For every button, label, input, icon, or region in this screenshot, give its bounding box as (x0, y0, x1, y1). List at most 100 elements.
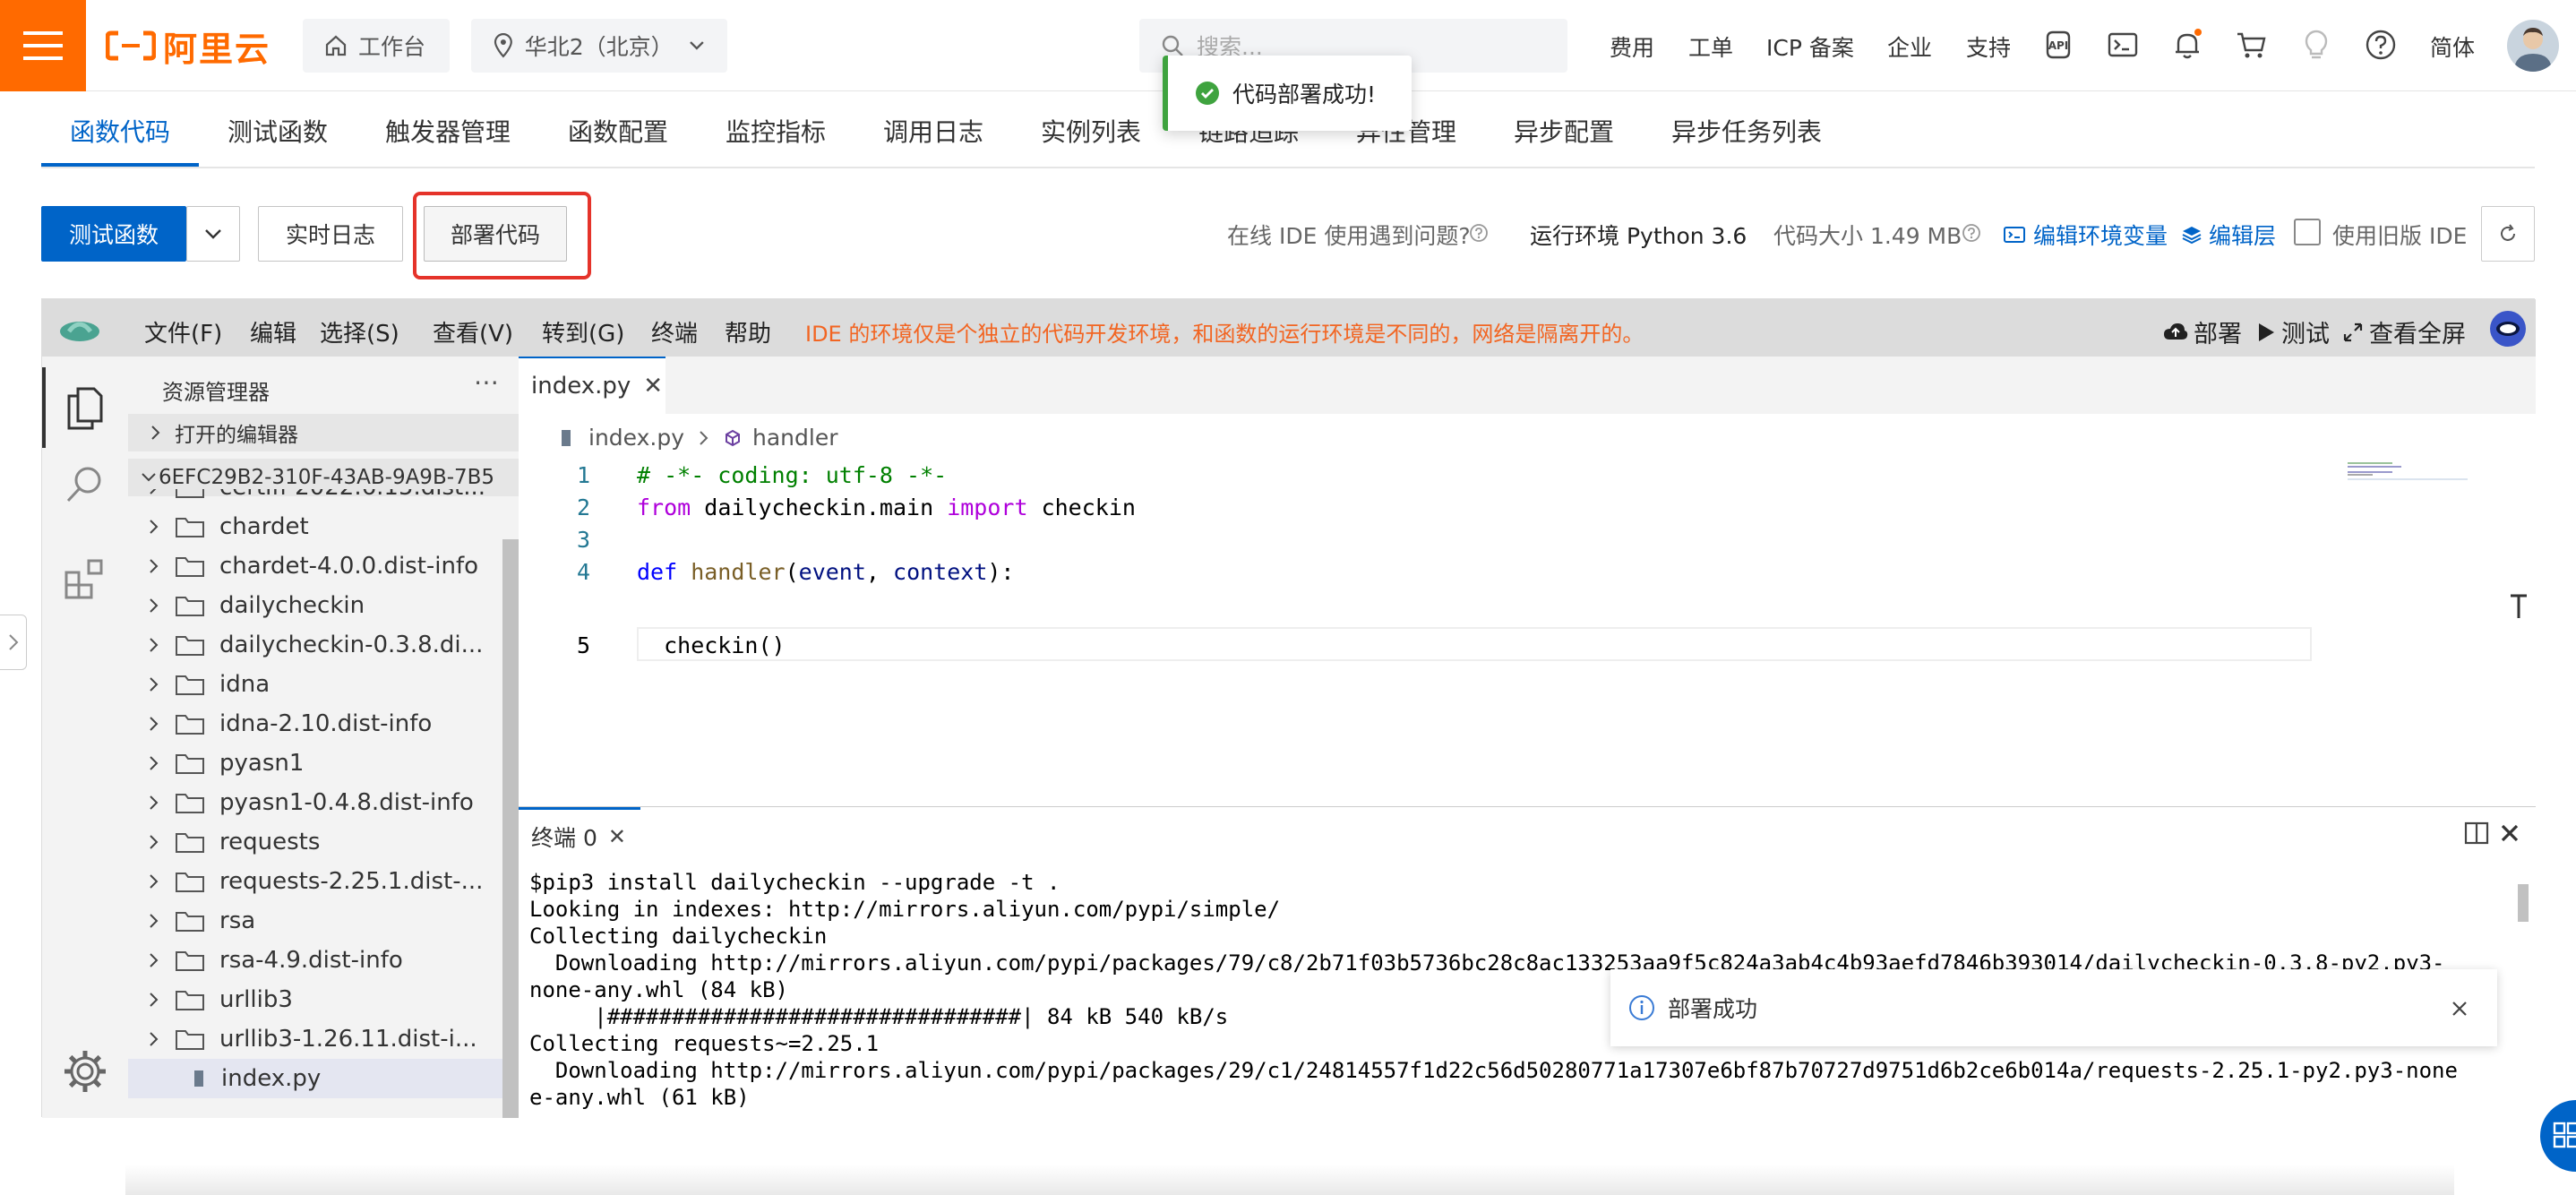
tree-folder-item[interactable]: requests (128, 822, 502, 862)
tab-async-task-list[interactable]: 异步任务列表 (1671, 113, 1822, 149)
tree-folder-item[interactable]: pyasn1 (128, 744, 502, 783)
tab-trigger-management[interactable]: 触发器管理 (385, 113, 511, 149)
ide-test-button[interactable]: 测试 (2256, 314, 2330, 349)
code-keyword: from (637, 494, 691, 520)
tree-folder-item[interactable]: dailycheckin (128, 586, 502, 625)
files-icon[interactable] (65, 383, 105, 430)
icp-link[interactable]: ICP 备案 (1766, 30, 1854, 63)
edit-layer-link[interactable]: 编辑层 (2182, 219, 2276, 251)
deploy-success-toast: 代码部署成功! (1163, 56, 1412, 131)
code-line[interactable]: 1 # -*- coding: utf-8 -*- (519, 459, 947, 491)
terminal-tab[interactable]: 终端 0 ✕ (519, 807, 640, 863)
open-editors-section[interactable]: 打开的编辑器 (128, 414, 519, 451)
explorer-scrollbar[interactable] (502, 539, 519, 1118)
tree-item-label: urllib3 (219, 986, 293, 1013)
more-actions-icon[interactable]: ⋯ (474, 367, 499, 397)
terminal-line: Looking in indexes: http://mirrors.aliyu… (529, 897, 1281, 922)
menu-file[interactable]: 文件(F) (144, 315, 222, 348)
close-icon[interactable]: ✕ (643, 373, 663, 400)
refresh-button[interactable] (2481, 206, 2535, 262)
search-icon[interactable] (64, 462, 107, 505)
tree-folder-item[interactable]: chardet (128, 507, 502, 546)
test-function-button[interactable]: 测试函数 (41, 206, 186, 262)
help-icon[interactable] (2363, 27, 2399, 63)
cart-icon[interactable] (2234, 27, 2270, 63)
help-icon[interactable] (1469, 223, 1489, 243)
menu-goto[interactable]: 转到(G) (542, 315, 624, 348)
test-dropdown-button[interactable] (186, 206, 240, 262)
legacy-ide-checkbox[interactable] (2294, 219, 2321, 245)
menu-help[interactable]: 帮助 (725, 315, 771, 348)
language-link[interactable]: 简体 (2430, 30, 2475, 63)
code-line[interactable]: 3 (519, 523, 590, 555)
terminal-icon[interactable] (2105, 27, 2141, 63)
chevron-right-icon (150, 1032, 159, 1046)
close-icon[interactable]: ✕ (608, 824, 626, 849)
tree-folder-item[interactable]: dailycheckin-0.3.8.di... (128, 625, 502, 665)
code-line[interactable]: 2 from dailycheckin.main import checkin (519, 491, 1136, 523)
bell-icon[interactable] (2169, 27, 2205, 63)
tab-async-config[interactable]: 异步配置 (1514, 113, 1614, 149)
ide-fullscreen-button[interactable]: 查看全屏 (2342, 314, 2466, 349)
editor-tab-index-py[interactable]: index.py ✕ (519, 357, 665, 414)
sidebar-expand-handle[interactable] (0, 615, 27, 670)
tree-folder-item[interactable]: certifi-2022.6.15.dist... (128, 489, 502, 507)
realtime-log-button[interactable]: 实时日志 (258, 206, 403, 262)
tree-folder-item[interactable]: idna-2.10.dist-info (128, 704, 502, 744)
menu-terminal[interactable]: 终端 (651, 315, 698, 348)
tree-folder-item[interactable]: urllib3 (128, 980, 502, 1019)
python-file-icon (194, 1070, 203, 1087)
terminal-scrollbar[interactable] (2518, 884, 2529, 922)
tree-folder-item[interactable]: chardet-4.0.0.dist-info (128, 546, 502, 586)
code-line[interactable]: 4 def handler(event, context): (519, 555, 1015, 588)
chevron-down-icon (690, 41, 704, 50)
floating-assistant-button[interactable] (2540, 1100, 2576, 1172)
tab-invocation-logs[interactable]: 调用日志 (883, 113, 983, 149)
extensions-icon[interactable] (64, 557, 108, 602)
tree-folder-item[interactable]: pyasn1-0.4.8.dist-info (128, 783, 502, 822)
aliyun-logo[interactable]: 阿里云 (106, 23, 270, 69)
breadcrumb-symbol[interactable]: handler (752, 425, 837, 451)
tab-instance-list[interactable]: 实例列表 (1041, 113, 1141, 149)
avatar[interactable] (2507, 20, 2559, 72)
help-icon[interactable] (1962, 223, 1981, 243)
code-line[interactable]: 5 checkin() (519, 629, 786, 661)
menu-icon[interactable] (0, 0, 86, 91)
tab-monitoring[interactable]: 监控指标 (726, 113, 826, 149)
close-icon[interactable] (2500, 823, 2520, 843)
enterprise-link[interactable]: 企业 (1887, 30, 1932, 63)
tree-folder-item[interactable]: requests-2.25.1.dist-... (128, 862, 502, 901)
menu-selection[interactable]: 选择(S) (320, 315, 399, 348)
tickets-link[interactable]: 工单 (1688, 30, 1733, 63)
edit-env-vars-link[interactable]: 编辑环境变量 (2003, 219, 2168, 251)
tree-file-item[interactable]: index.py (128, 1059, 502, 1098)
split-panel-icon[interactable] (2464, 821, 2489, 845)
menu-edit[interactable]: 编辑 (250, 315, 296, 348)
chevron-right-icon (150, 559, 159, 573)
menu-view[interactable]: 查看(V) (433, 315, 513, 348)
close-icon[interactable] (2451, 1000, 2469, 1018)
tree-item-label: index.py (221, 1065, 322, 1092)
support-link[interactable]: 支持 (1966, 30, 2011, 63)
toast-text: 代码部署成功! (1232, 82, 1377, 107)
fees-link[interactable]: 费用 (1610, 30, 1654, 63)
code-param: context (893, 558, 988, 585)
minimap[interactable] (2348, 457, 2468, 511)
lightbulb-icon[interactable] (2298, 27, 2334, 63)
workbench-button[interactable]: 工作台 (303, 19, 450, 73)
tab-function-code[interactable]: 函数代码 (70, 113, 170, 149)
tree-folder-item[interactable]: urllib3-1.26.11.dist-i... (128, 1019, 502, 1059)
tree-folder-item[interactable]: rsa-4.9.dist-info (128, 941, 502, 980)
tab-function-config[interactable]: 函数配置 (568, 113, 668, 149)
settings-gear-icon[interactable] (62, 1048, 108, 1095)
ide-status-icon[interactable] (2489, 310, 2527, 348)
terminal-line: $pip3 install dailycheckin --upgrade -t … (529, 870, 1060, 895)
tree-folder-item[interactable]: idna (128, 665, 502, 704)
api-icon[interactable]: API (2040, 27, 2076, 63)
terminal-line: Downloading http://mirrors.aliyun.com/py… (529, 1058, 2458, 1083)
region-selector[interactable]: 华北2（北京） (471, 19, 727, 73)
ide-deploy-button[interactable]: 部署 (2163, 314, 2242, 349)
tree-folder-item[interactable]: rsa (128, 901, 502, 941)
tab-test-function[interactable]: 测试函数 (228, 113, 328, 149)
breadcrumb-file[interactable]: index.py (588, 425, 684, 451)
